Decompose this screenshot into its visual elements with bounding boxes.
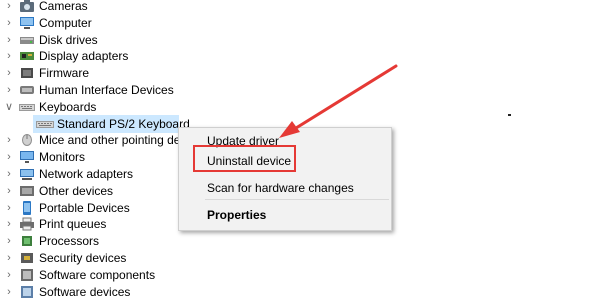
- context-menu: Update driver Uninstall device Scan for …: [178, 127, 392, 231]
- chevron-right-icon[interactable]: ›: [4, 168, 14, 180]
- device-label: Print queues: [39, 217, 107, 232]
- menu-separator: [205, 199, 389, 200]
- chevron-right-icon[interactable]: ›: [4, 50, 14, 62]
- disk-drive-icon: [19, 33, 35, 47]
- other-devices-icon: [19, 184, 35, 198]
- chevron-right-icon[interactable]: ›: [4, 218, 14, 230]
- device-category[interactable]: › Disk drives: [0, 32, 600, 49]
- keyboard-icon: [19, 100, 35, 114]
- annotation-highlight-box: [193, 145, 296, 172]
- device-category[interactable]: › Human Interface Devices: [0, 82, 600, 99]
- device-label: Firmware: [39, 66, 89, 81]
- device-label: Human Interface Devices: [39, 83, 174, 97]
- chevron-right-icon[interactable]: ›: [4, 34, 14, 46]
- device-label: Computer: [39, 15, 92, 30]
- device-label: Portable Devices: [39, 200, 130, 215]
- device-category[interactable]: › Display adapters: [0, 48, 600, 65]
- chevron-right-icon[interactable]: ›: [4, 185, 14, 197]
- device-label: Software components: [39, 267, 156, 282]
- device-label: Mice and other pointing de: [39, 133, 181, 148]
- software-component-icon: [19, 268, 35, 282]
- device-label: Other devices: [39, 183, 114, 198]
- chevron-right-icon[interactable]: ›: [4, 0, 14, 12]
- chevron-right-icon[interactable]: ›: [4, 84, 14, 96]
- device-label: Software devices: [39, 284, 131, 299]
- chevron-right-icon[interactable]: ›: [4, 202, 14, 214]
- chevron-right-icon[interactable]: ›: [4, 134, 14, 146]
- device-category[interactable]: › Computer: [0, 15, 600, 32]
- mouse-icon: [19, 133, 35, 147]
- chevron-right-icon[interactable]: ›: [4, 151, 14, 163]
- device-label: Security devices: [39, 251, 127, 265]
- network-adapter-icon: [19, 167, 35, 181]
- device-category[interactable]: › Firmware: [0, 65, 600, 82]
- hid-icon: [19, 83, 35, 97]
- printer-icon: [19, 217, 35, 231]
- device-label: Cameras: [39, 0, 88, 13]
- camera-icon: [19, 0, 35, 13]
- device-label: Standard PS/2 Keyboard: [57, 116, 190, 131]
- device-label: Keyboards: [39, 99, 97, 114]
- chevron-right-icon[interactable]: ›: [4, 286, 14, 298]
- device-label: Monitors: [39, 150, 86, 165]
- software-device-icon: [19, 285, 35, 299]
- portable-device-icon: [19, 200, 35, 215]
- device-category[interactable]: › Security devices: [0, 250, 600, 267]
- monitor-icon: [19, 150, 35, 164]
- keyboard-device-icon: [36, 117, 54, 131]
- device-category[interactable]: › Processors: [0, 233, 600, 250]
- firmware-icon: [19, 66, 35, 80]
- mouse-cursor: [508, 114, 511, 116]
- device-label: Display adapters: [39, 49, 129, 64]
- device-category[interactable]: › Cameras: [0, 0, 600, 15]
- device-label: Processors: [39, 234, 100, 249]
- chevron-right-icon[interactable]: ›: [4, 269, 14, 281]
- chevron-right-icon[interactable]: ›: [4, 235, 14, 247]
- display-adapter-icon: [19, 49, 35, 63]
- chevron-right-icon[interactable]: ›: [4, 67, 14, 79]
- computer-icon: [19, 16, 35, 30]
- scan-hardware-menu-item[interactable]: Scan for hardware changes: [207, 181, 354, 196]
- device-category[interactable]: › Software components: [0, 267, 600, 284]
- device-label: Network adapters: [39, 167, 134, 181]
- properties-menu-item[interactable]: Properties: [207, 208, 266, 223]
- chevron-right-icon[interactable]: ›: [4, 17, 14, 29]
- chevron-down-icon[interactable]: ∨: [4, 101, 14, 113]
- device-category[interactable]: › Software devices: [0, 284, 600, 301]
- security-device-icon: [19, 251, 35, 265]
- device-label: Disk drives: [39, 32, 98, 47]
- chevron-right-icon[interactable]: ›: [4, 252, 14, 264]
- processor-icon: [19, 234, 35, 248]
